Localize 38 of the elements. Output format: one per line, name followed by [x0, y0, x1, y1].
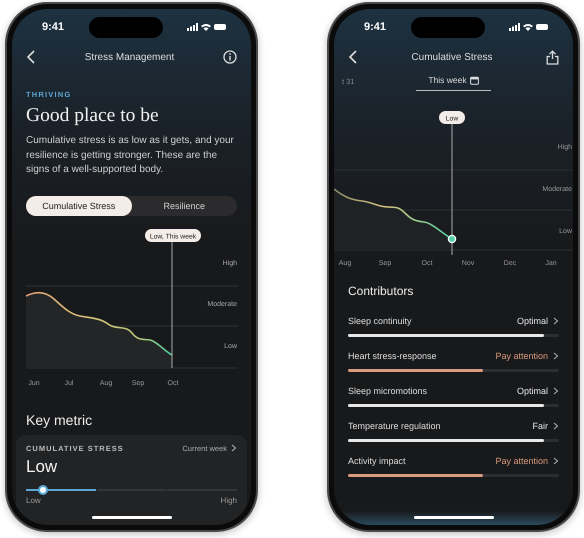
contributor-name[interactable]: Sleep continuity	[348, 316, 512, 326]
chevron-icon	[553, 422, 559, 430]
contributor-name[interactable]: Sleep micromotions	[348, 386, 512, 396]
status-time: 9:41	[364, 21, 386, 33]
contributor-status[interactable]: Pay attention	[495, 456, 548, 466]
segment-tab[interactable]: Cumulative Stress	[26, 196, 132, 216]
screen-title: Cumulative Stress	[411, 52, 493, 62]
chevron-icon	[231, 444, 237, 452]
scale-max-label: High	[220, 496, 237, 504]
scale-min-label: Low	[26, 496, 41, 504]
section-title: Key metric	[26, 410, 92, 428]
contributor-name[interactable]: Activity impact	[348, 456, 490, 466]
headline: Good place to be	[26, 104, 159, 128]
description: Cumulative stress is as low as it gets, and your resilience is getting stronger. These are the signs of a well-supported body.	[26, 134, 235, 177]
status-icons	[187, 22, 227, 32]
chevron-icon	[553, 317, 559, 325]
contributor-name[interactable]: Temperature regulation	[348, 421, 528, 431]
period-picker[interactable]: This week	[428, 75, 467, 85]
contributor-status[interactable]: Fair	[532, 421, 548, 431]
chevron-icon	[553, 457, 559, 465]
screen-title: Stress Management	[84, 52, 174, 62]
contributor-name[interactable]: Heart stress-response	[348, 351, 490, 361]
status-time: 9:41	[42, 21, 64, 33]
chevron-icon	[553, 387, 559, 395]
back-icon[interactable]	[348, 50, 358, 64]
contributor-status[interactable]: Optimal	[516, 386, 548, 396]
back-icon[interactable]	[26, 50, 36, 64]
contributor-status[interactable]: Optimal	[516, 316, 548, 326]
metric-value: Low	[26, 456, 58, 478]
current-point	[448, 234, 456, 244]
info-icon[interactable]	[223, 50, 237, 64]
contributor-status[interactable]: Pay attention	[495, 351, 548, 361]
chevron-icon	[553, 352, 559, 360]
calendar-icon[interactable]	[470, 76, 479, 84]
segment-tab[interactable]: Resilience	[132, 196, 237, 216]
section-title: Contributors	[348, 283, 414, 299]
share-icon[interactable]	[546, 50, 559, 64]
status-icons	[509, 22, 549, 32]
